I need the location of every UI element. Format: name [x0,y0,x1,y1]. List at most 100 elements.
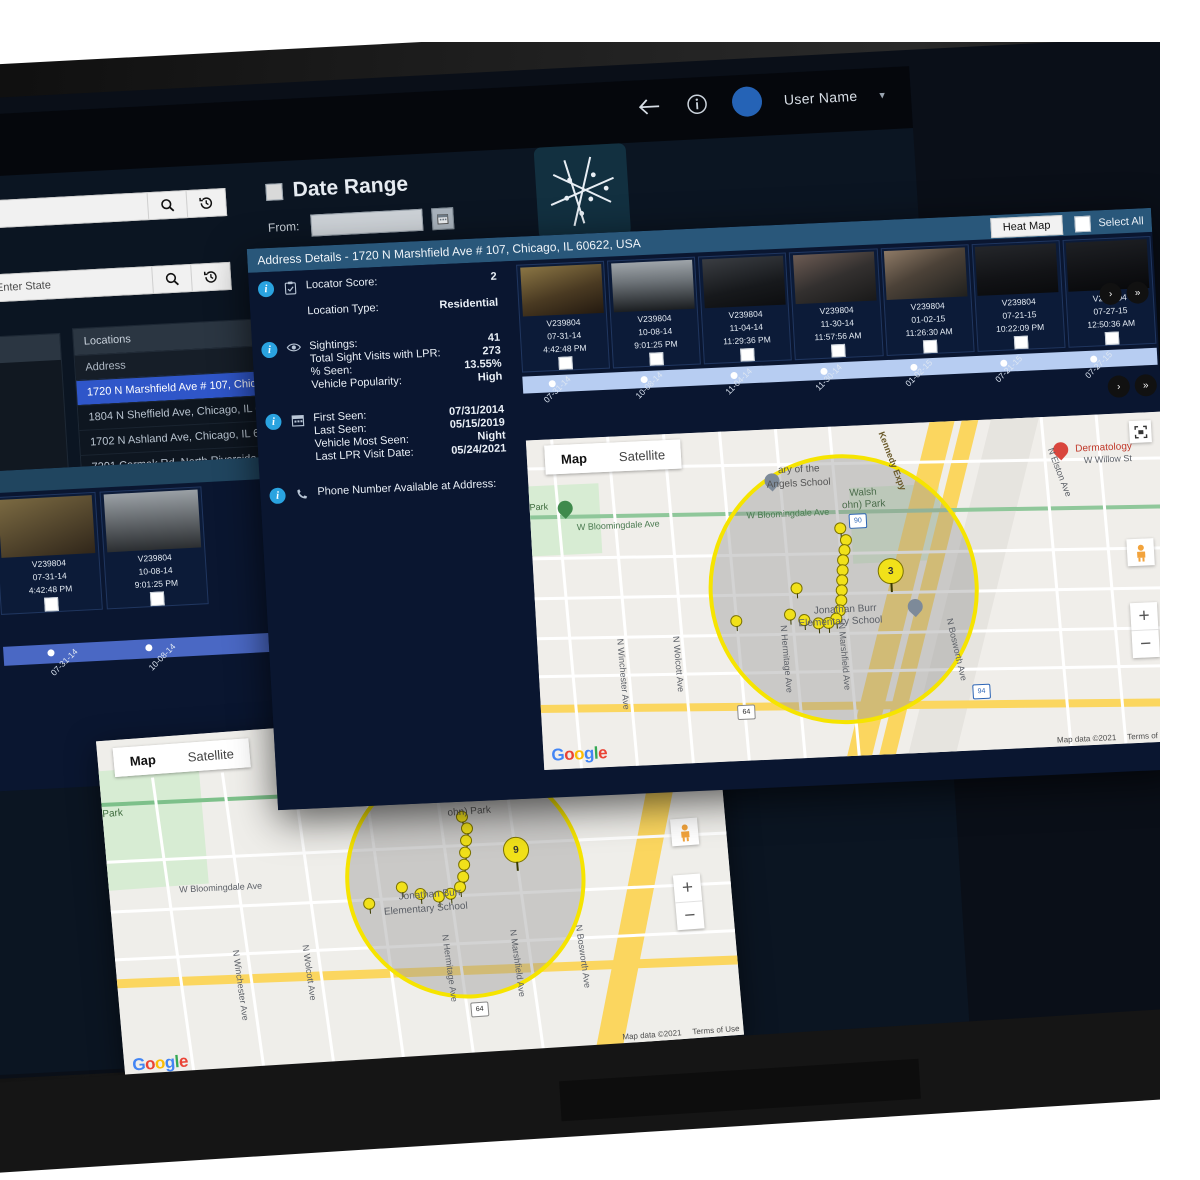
search-icon-2[interactable] [151,265,192,293]
thumbnail-checkbox[interactable] [1104,331,1120,346]
thumbnail-checkbox[interactable] [558,356,574,370]
thumbnail-card[interactable]: V239804 11-30-14 11:57:56 AM [789,248,884,361]
thumbnail-id: V239804 [546,316,581,329]
thumbnail-last-button[interactable]: » [1125,281,1150,305]
tab-satellite[interactable]: Satellite [170,738,252,773]
school-poi-pin-2[interactable] [904,595,926,620]
detail-value: Residential [439,296,499,312]
thumbnail-checkbox[interactable] [831,343,847,358]
map-pin[interactable] [362,897,376,914]
thumbnail-card[interactable]: V239804 07-27-15 12:50:36 AM › » [1062,235,1157,348]
select-all-label: Select All [1098,215,1144,230]
thumbnail-time: 12:50:36 AM [1087,317,1136,330]
map-label: Park [529,501,549,513]
thumbnail-checkbox[interactable] [922,339,938,354]
thumbnail-card[interactable]: V239804 10-08-14 9:01:25 PM [99,486,209,610]
map-cluster-pin[interactable]: 9 [501,835,531,872]
timeline-dot[interactable] [47,649,55,657]
thumbnail-image[interactable] [519,263,604,317]
info-bubble-icon[interactable]: i [265,413,282,431]
info-bubble-icon[interactable]: i [257,280,275,298]
history-icon-2[interactable] [190,262,231,291]
thumbnail-card[interactable]: V239804 11-04-14 11:29:36 PM [698,252,793,365]
map-type-tabs[interactable]: Map Satellite [544,439,682,475]
search-row-state-2[interactable]: Please Enter State [0,261,232,308]
timeline-dot[interactable] [145,644,153,652]
calendar-icon[interactable] [431,207,455,231]
heat-map-button[interactable]: Heat Map [990,214,1063,239]
thumbnail-image[interactable] [883,247,968,300]
zoom-in-button[interactable]: + [1130,602,1158,630]
thumbnail-checkbox[interactable] [649,351,665,366]
tab-map[interactable]: Map [112,743,174,778]
zoom-controls[interactable]: + − [672,873,705,931]
zoom-controls[interactable]: + − [1129,602,1160,659]
thumbnail-image[interactable] [975,243,1059,296]
zoom-out-button[interactable]: − [675,900,705,931]
thumbnail-card[interactable]: V239804 07-31-14 4:42:48 PM [0,491,103,615]
thumbnail-card[interactable]: V239804 07-31-14 4:42:48 PM [516,260,611,373]
chevron-down-icon[interactable]: ▾ [879,88,885,101]
timeline-last-button[interactable]: » [1134,373,1158,397]
timeline-nav[interactable]: › » [1107,373,1158,399]
street-view-pegman-icon[interactable] [669,817,700,847]
thumbnail-card[interactable]: V239804 07-21-15 10:22:09 PM [971,240,1066,352]
info-circle-icon[interactable] [683,91,711,118]
map-pin[interactable] [790,582,803,599]
thumbnail-image[interactable] [701,255,786,309]
date-from-row: From: [267,207,455,239]
thumbnail-card[interactable]: V239804 01-02-15 11:26:30 AM [880,244,975,357]
google-logo: Google [550,743,608,765]
history-icon[interactable] [185,189,227,218]
date-from-input[interactable] [310,208,424,237]
date-from-label: From: [267,219,300,235]
search-input[interactable]: IL, [0,193,149,230]
detail-value: 05/24/2021 [450,442,507,457]
search-row-state[interactable]: IL, [0,188,228,234]
date-range-checkbox[interactable] [265,182,284,201]
highway-shield-64: 64 [736,704,756,721]
state-input[interactable]: Please Enter State [0,267,153,304]
thumbnail-checkbox[interactable] [44,596,59,612]
thumbnail-image[interactable] [792,251,877,304]
zoom-out-button[interactable]: − [1131,628,1160,659]
tab-map[interactable]: Map [544,443,604,475]
fullscreen-icon[interactable] [1128,420,1152,444]
select-all-group[interactable]: Select All [1073,213,1144,233]
phone-icon [293,486,310,503]
map-pin[interactable] [729,614,743,632]
thumbnail-date: 11-04-14 [729,321,764,333]
search-icon[interactable] [146,191,188,220]
thumbnail-image[interactable] [610,259,695,313]
park-poi-pin[interactable] [554,497,576,521]
street-view-pegman-icon[interactable] [1126,538,1155,567]
thumbnail-image [0,495,96,558]
info-bubble-icon[interactable]: i [260,341,278,359]
thumbnail-checkbox[interactable] [740,347,756,362]
thumbnail-time: 11:57:56 AM [814,329,862,343]
thumbnail-card[interactable]: V239804 10-08-14 9:01:25 PM [607,256,702,369]
map-canvas: 3 ary of the Angels School W Bloomingdal… [525,411,1179,770]
map-thumbnail-tile[interactable] [533,143,632,240]
thumbnail-nav[interactable]: › » [1098,281,1150,306]
avatar[interactable] [731,85,763,118]
tab-satellite[interactable]: Satellite [602,439,682,472]
thumbnail-time: 9:01:25 PM [633,338,678,351]
thumbnail-id: V239804 [728,308,763,320]
thumbnail-checkbox[interactable] [1013,335,1029,350]
thumbnail-checkbox[interactable] [149,591,165,607]
zoom-in-button[interactable]: + [673,873,702,902]
map-pin[interactable] [783,608,797,625]
thumbnail-next-button[interactable]: › [1098,282,1123,306]
timeline-next-button[interactable]: › [1107,375,1131,399]
address-details-modal[interactable]: Address Details - 1720 N Marshfield Ave … [246,207,1183,811]
back-arrow-icon[interactable] [635,93,663,120]
thumbnail-date: 01-02-15 [911,313,946,325]
location-map[interactable]: 3 ary of the Angels School W Bloomingdal… [525,411,1179,770]
thumbnail-date: 10-08-14 [637,325,673,338]
select-all-checkbox[interactable] [1073,215,1091,233]
thumbnail-time: 4:42:48 PM [542,342,587,355]
info-bubble-icon[interactable]: i [269,487,287,505]
map-cluster-pin[interactable]: 3 [877,557,905,593]
date-range-label: Date Range [291,172,409,202]
